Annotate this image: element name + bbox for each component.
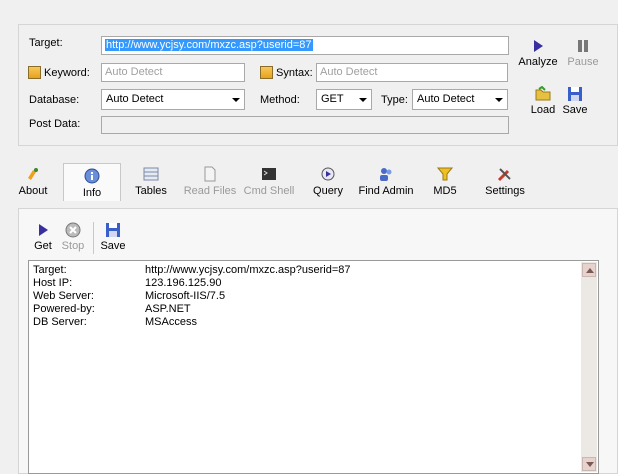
funnel-icon — [437, 167, 453, 181]
method-label: Method: — [260, 94, 300, 106]
analyze-label: Analyze — [518, 56, 558, 68]
save-label: Save — [562, 104, 588, 116]
postdata-label: Post Data: — [29, 118, 81, 130]
tab-label: Tables — [135, 185, 167, 197]
tab-info[interactable]: Info — [63, 163, 121, 201]
scroll-up-button[interactable] — [582, 263, 596, 277]
query-icon — [321, 167, 335, 181]
tab-label: Settings — [485, 185, 525, 197]
tables-icon — [143, 167, 159, 181]
tab-label: MD5 — [433, 185, 457, 197]
type-value: Auto Detect — [417, 93, 475, 105]
output-key: Powered-by: — [33, 303, 95, 315]
tools-icon — [497, 168, 511, 182]
stop-label: Stop — [61, 240, 85, 252]
syntax-checkbox[interactable] — [260, 66, 273, 79]
tab-read-files[interactable]: Read Files — [182, 166, 238, 197]
keyword-checkbox[interactable] — [28, 66, 41, 79]
output-value: Microsoft-IIS/7.5 — [145, 290, 226, 302]
output-value: http://www.ycjsy.com/mxzc.asp?userid=87 — [145, 264, 351, 276]
type-label: Type: — [381, 94, 408, 106]
output-key: DB Server: — [33, 316, 87, 328]
output-key: Host IP: — [33, 277, 73, 289]
users-icon — [380, 168, 392, 181]
pause-icon — [578, 40, 588, 52]
stop-button[interactable]: Stop — [60, 222, 86, 252]
load-button[interactable]: Load — [528, 86, 558, 116]
output-row: Host IP: 123.196.125.90 — [33, 277, 221, 289]
play-icon — [39, 224, 48, 236]
target-label: Target: — [29, 37, 63, 49]
postdata-input[interactable] — [101, 116, 509, 134]
output-row: Target: http://www.ycjsy.com/mxzc.asp?use… — [33, 264, 351, 276]
tab-tables[interactable]: Tables — [132, 166, 170, 197]
get-button[interactable]: Get — [32, 222, 54, 252]
output-key: Web Server: — [33, 290, 94, 302]
tab-query[interactable]: Query — [309, 166, 347, 197]
database-value: Auto Detect — [106, 93, 164, 105]
floppy-icon — [106, 223, 120, 237]
load-label: Load — [530, 104, 556, 116]
about-icon — [28, 168, 38, 180]
tab-label: Find Admin — [358, 185, 414, 197]
tab-settings[interactable]: Settings — [483, 166, 527, 197]
method-select[interactable]: GET — [316, 89, 372, 110]
chevron-down-icon — [495, 98, 503, 102]
target-input[interactable]: http://www.ycjsy.com/mxzc.asp?userid=87 — [101, 36, 509, 55]
keyword-input[interactable]: Auto Detect — [101, 63, 245, 82]
tab-md5[interactable]: MD5 — [428, 166, 462, 197]
output-value: MSAccess — [145, 316, 197, 328]
folder-icon — [535, 86, 551, 101]
arrow-up-icon — [586, 268, 594, 273]
get-label: Get — [34, 240, 52, 252]
output-row: DB Server: MSAccess — [33, 316, 197, 328]
output-row: Web Server: Microsoft-IIS/7.5 — [33, 290, 225, 302]
tab-find-admin[interactable]: Find Admin — [358, 166, 414, 197]
tab-label: About — [18, 185, 48, 197]
analyze-button[interactable]: Analyze — [518, 38, 558, 68]
database-select[interactable]: Auto Detect — [101, 89, 245, 110]
pause-button[interactable]: Pause — [565, 38, 601, 68]
file-icon — [204, 166, 216, 182]
info-icon — [84, 168, 100, 184]
chevron-down-icon — [232, 98, 240, 102]
info-save-button[interactable]: Save — [99, 222, 127, 252]
play-icon — [534, 40, 543, 52]
terminal-icon — [262, 168, 276, 180]
tab-about[interactable]: About — [14, 166, 52, 197]
info-output[interactable]: Target: http://www.ycjsy.com/mxzc.asp?use… — [28, 260, 599, 474]
scroll-down-button[interactable] — [582, 457, 596, 471]
stop-icon — [65, 222, 81, 238]
keyword-label: Keyword: — [44, 67, 90, 79]
syntax-label: Syntax: — [276, 67, 313, 79]
output-value: 123.196.125.90 — [145, 277, 222, 289]
tab-label: Cmd Shell — [243, 185, 295, 197]
method-value: GET — [321, 93, 344, 105]
floppy-icon — [568, 87, 582, 101]
tab-label: Read Files — [183, 185, 237, 197]
tab-label: Query — [313, 185, 343, 197]
pause-label: Pause — [567, 56, 599, 68]
save-button[interactable]: Save — [560, 86, 590, 116]
tab-label: Info — [82, 187, 102, 199]
toolbar-divider — [93, 222, 94, 254]
target-value: http://www.ycjsy.com/mxzc.asp?userid=87 — [105, 39, 313, 51]
output-key: Target: — [33, 264, 67, 276]
vertical-scrollbar[interactable] — [581, 262, 597, 472]
database-label: Database: — [29, 94, 80, 106]
info-save-label: Save — [100, 240, 126, 252]
arrow-down-icon — [586, 462, 594, 467]
tab-cmd-shell[interactable]: Cmd Shell — [243, 166, 295, 197]
syntax-input[interactable]: Auto Detect — [316, 63, 508, 82]
output-value: ASP.NET — [145, 303, 191, 315]
chevron-down-icon — [359, 98, 367, 102]
type-select[interactable]: Auto Detect — [412, 89, 508, 110]
output-row: Powered-by: ASP.NET — [33, 303, 191, 315]
